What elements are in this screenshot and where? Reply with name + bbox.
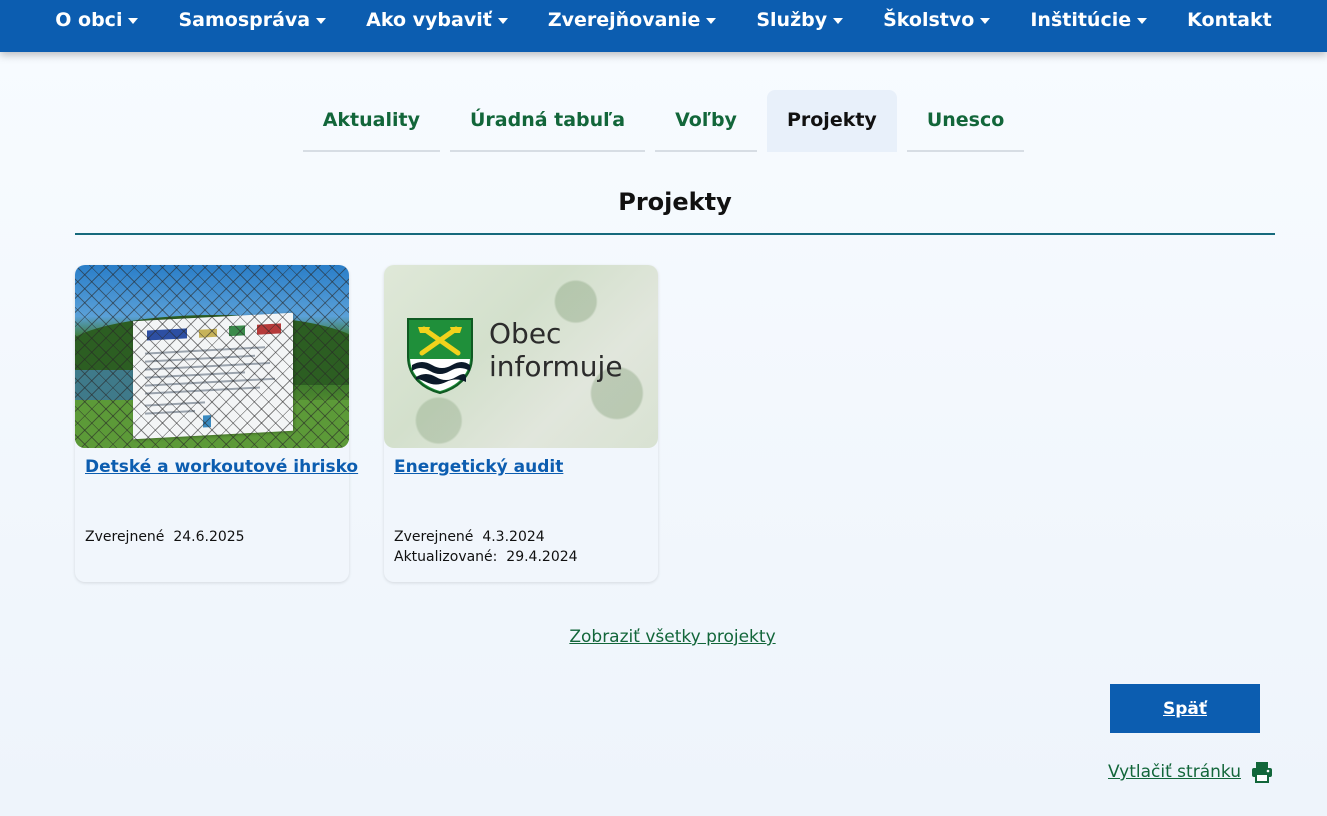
published-date: 24.6.2025	[173, 529, 245, 545]
tab-projekty[interactable]: Projekty	[766, 90, 897, 152]
nav-item-label: Kontakt	[1187, 9, 1272, 31]
playground-photo	[75, 265, 349, 448]
nav-item-label: Zverejňovanie	[547, 9, 701, 31]
section-divider	[75, 233, 1275, 235]
nav-item-institucie[interactable]: Inštitúcie	[1010, 0, 1167, 46]
caret-down-icon	[980, 18, 991, 24]
nav-item-sluzby[interactable]: Služby	[736, 0, 863, 46]
caret-down-icon	[316, 18, 327, 24]
nav-item-kontakt[interactable]: Kontakt	[1167, 0, 1292, 46]
nav-item-label: Inštitúcie	[1030, 9, 1132, 31]
tab-unesco[interactable]: Unesco	[906, 90, 1025, 152]
back-button[interactable]: Späť	[1110, 684, 1260, 733]
nav-item-label: Ako vybaviť	[366, 9, 492, 31]
tab-volby[interactable]: Voľby	[655, 90, 757, 152]
published-row: Zverejnené 24.6.2025	[85, 527, 245, 547]
project-meta: Zverejnené 24.6.2025	[85, 527, 245, 547]
tab-aktuality[interactable]: Aktuality	[302, 90, 440, 152]
section-title: Projekty	[618, 188, 732, 216]
news-tabs: Aktuality Úradná tabuľa Voľby Projekty U…	[0, 90, 1327, 152]
nav-item-samosprava[interactable]: Samospráva	[158, 0, 346, 46]
caret-down-icon	[833, 18, 844, 24]
nav-item-ako-vybavit[interactable]: Ako vybaviť	[346, 0, 528, 46]
nav-item-label: Školstvo	[883, 9, 975, 31]
tab-uradna-tabula[interactable]: Úradná tabuľa	[449, 90, 646, 152]
caret-down-icon	[1137, 18, 1148, 24]
updated-date: 29.4.2024	[506, 549, 578, 565]
project-card: Obec informuje Energetický audit Zverejn…	[384, 265, 658, 582]
thumbnail-caption-line2: informuje	[489, 350, 623, 383]
project-thumbnail-info[interactable]: Obec informuje	[384, 265, 658, 448]
nav-item-skolstvo[interactable]: Školstvo	[863, 0, 1010, 46]
project-card: Detské a workoutové ihrisko Zverejnené 2…	[75, 265, 358, 582]
project-title-link[interactable]: Energetický audit	[394, 457, 563, 477]
main-navigation: O obci Samospráva Ako vybaviť Zverejňova…	[0, 0, 1327, 52]
caret-down-icon	[497, 18, 508, 24]
caret-down-icon	[128, 18, 139, 24]
caret-down-icon	[706, 18, 717, 24]
project-thumbnail-playground[interactable]	[75, 265, 349, 448]
published-label: Zverejnené	[394, 529, 474, 545]
nav-item-label: O obci	[55, 9, 123, 31]
updated-row: Aktualizované: 29.4.2024	[394, 547, 578, 567]
nav-item-o-obci[interactable]: O obci	[35, 0, 158, 46]
nav-item-label: Samospráva	[178, 9, 311, 31]
print-page-link[interactable]: Vytlačiť stránku	[1108, 761, 1273, 783]
coat-of-arms-icon	[407, 318, 473, 395]
thumbnail-caption: Obec informuje	[489, 317, 623, 383]
view-all-projects-link[interactable]: Zobraziť všetky projekty	[0, 627, 1327, 647]
published-date: 4.3.2024	[482, 529, 545, 545]
published-label: Zverejnené	[85, 529, 165, 545]
project-title-link[interactable]: Detské a workoutové ihrisko	[85, 457, 358, 477]
printer-icon	[1251, 762, 1272, 783]
nav-item-label: Služby	[756, 9, 828, 31]
thumbnail-caption-line1: Obec	[489, 317, 562, 350]
updated-label: Aktualizované:	[394, 549, 498, 565]
published-row: Zverejnené 4.3.2024	[394, 527, 578, 547]
project-meta: Zverejnené 4.3.2024 Aktualizované: 29.4.…	[394, 527, 578, 567]
print-page-label: Vytlačiť stránku	[1108, 762, 1241, 782]
nav-item-zverejnovanie[interactable]: Zverejňovanie	[528, 0, 737, 46]
